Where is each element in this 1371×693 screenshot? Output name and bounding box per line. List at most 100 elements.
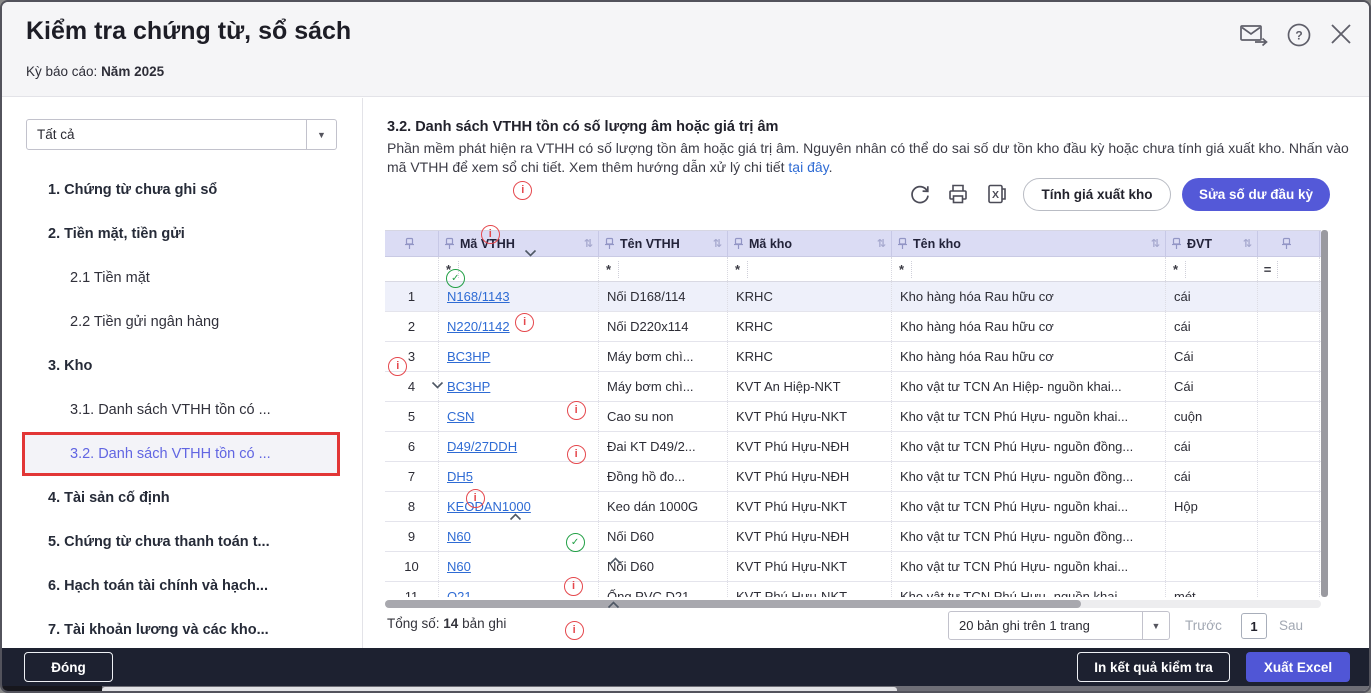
sidebar-item-label: 2.1 Tiền mặt: [70, 270, 150, 286]
chevron-up-icon[interactable]: [609, 557, 622, 565]
vthh-code-link[interactable]: N60: [447, 559, 471, 574]
table-row[interactable]: 10 N60 Nối D60 KVT Phú Hựu-NKT Kho vật tư TC…: [385, 552, 1321, 582]
cell-ma-kho: KVT Phú Hựu-NĐH: [728, 432, 892, 461]
filter-operator[interactable]: *: [1166, 260, 1186, 278]
vthh-code-link[interactable]: DH5: [447, 469, 473, 484]
vthh-code-link[interactable]: N220/1142: [447, 319, 510, 334]
pin-column-icon[interactable]: [897, 237, 908, 250]
close-icon[interactable]: [1329, 22, 1353, 46]
export-excel-button[interactable]: Xuất Excel: [1246, 652, 1350, 682]
vthh-code-link[interactable]: O21: [447, 589, 472, 597]
cell-text: KVT Phú Hựu-NKT: [736, 409, 848, 424]
sort-icon[interactable]: ⇅: [1243, 237, 1252, 250]
print-icon[interactable]: [947, 183, 969, 205]
vthh-code-link[interactable]: N60: [447, 529, 471, 544]
compute-price-button[interactable]: Tính giá xuất kho: [1023, 178, 1171, 211]
cell-row-number: 1: [385, 282, 439, 311]
table-row[interactable]: 9 N60 Nối D60 KVT Phú Hựu-NĐH Kho vật tư TCN…: [385, 522, 1321, 552]
vthh-code-link[interactable]: N168/1143: [447, 289, 510, 304]
sort-icon[interactable]: ⇅: [713, 237, 722, 250]
next-page-button[interactable]: Sau: [1279, 618, 1303, 633]
chevron-up-icon[interactable]: [509, 513, 522, 521]
send-feedback-icon[interactable]: [1239, 22, 1269, 48]
filter-cell-ma-kho[interactable]: *: [728, 257, 892, 281]
status-success-icon: ✓: [565, 532, 585, 552]
column-header-dvt[interactable]: ĐVT ⇅: [1166, 231, 1258, 256]
sidebar-item-11[interactable]: 7. Tài khoản lương và các kho... i: [2, 608, 584, 652]
vthh-code-link[interactable]: CSN: [447, 409, 474, 424]
chevron-down-icon[interactable]: ▼: [1142, 612, 1169, 639]
refresh-icon[interactable]: [909, 183, 931, 205]
sidebar-item-3[interactable]: 2.1 Tiền mặt ✓: [2, 256, 465, 300]
pin-column-icon[interactable]: [444, 237, 455, 250]
table-row[interactable]: 7 DH5 Đồng hồ đo... KVT Phú Hựu-NĐH Kho vật …: [385, 462, 1321, 492]
pin-column-icon[interactable]: [1171, 237, 1182, 250]
sort-icon[interactable]: ⇅: [1151, 237, 1160, 250]
category-filter-select[interactable]: Tất cả ▼: [26, 119, 337, 150]
table-row[interactable]: 5 CSN Cao su non KVT Phú Hựu-NKT Kho vật tư …: [385, 402, 1321, 432]
sidebar-item-8[interactable]: 4. Tài sản cố định i: [2, 476, 521, 521]
column-header-ten-vthh[interactable]: Tên VTHH ⇅: [599, 231, 728, 256]
page-size-select[interactable]: 20 bản ghi trên 1 trang ▼: [948, 611, 1170, 640]
table-row[interactable]: 11 O21 Ống PVC D21 KVT Phú Hựu-NKT Kho vật t…: [385, 582, 1321, 597]
column-header-ma-kho[interactable]: Mã kho ⇅: [728, 231, 892, 256]
table-horizontal-scrollbar[interactable]: [385, 600, 1321, 608]
table-row[interactable]: 3 BC3HP Máy bơm chì... KRHC Kho hàng hóa Rau…: [385, 342, 1321, 372]
filter-cell-dvt[interactable]: *: [1166, 257, 1258, 281]
sidebar-item-5[interactable]: 3. Kho i: [2, 344, 444, 389]
sort-icon[interactable]: ⇅: [584, 237, 593, 250]
filter-operator[interactable]: *: [892, 260, 912, 278]
sidebar-item-1[interactable]: 1. Chứng từ chưa ghi sổ i: [2, 168, 533, 212]
cell-extra: [1258, 342, 1320, 371]
filter-operator[interactable]: =: [1258, 260, 1278, 278]
vthh-code-link[interactable]: KEODAN1000: [447, 499, 531, 514]
cell-ten-vthh: Máy bơm chì...: [599, 342, 728, 371]
table-row[interactable]: 4 BC3HP Máy bơm chì... KVT An Hiệp-NKT Kho v…: [385, 372, 1321, 402]
prev-page-button[interactable]: Trước: [1185, 618, 1222, 633]
help-icon[interactable]: ?: [1286, 22, 1312, 48]
current-page-number[interactable]: 1: [1241, 613, 1267, 639]
filter-cell-extra[interactable]: =: [1258, 257, 1320, 281]
table-row[interactable]: 1 N168/1143 Nối D168/114 KRHC Kho hàng hóa R…: [385, 282, 1321, 312]
table-row[interactable]: 6 D49/27DDH Đai KT D49/2... KVT Phú Hựu-NĐH…: [385, 432, 1321, 462]
chevron-down-icon[interactable]: [431, 381, 444, 389]
pin-column-icon[interactable]: [1281, 237, 1292, 250]
column-header-label: Tên kho: [913, 236, 961, 251]
cell-text: Đồng hồ đo...: [607, 469, 686, 484]
table-row[interactable]: 8 KEODAN1000 Keo dán 1000G KVT Phú Hựu-NKT K…: [385, 492, 1321, 522]
vthh-code-link[interactable]: BC3HP: [447, 349, 490, 364]
cell-ma-kho: KVT Phú Hựu-NKT: [728, 552, 892, 581]
sidebar-item-10[interactable]: 6. Hạch toán tài chính và hạch... i: [2, 564, 620, 609]
chevron-down-icon[interactable]: ▼: [306, 120, 336, 149]
column-header-row-number[interactable]: [385, 231, 439, 256]
fix-opening-balance-button[interactable]: Sửa số dư đầu kỳ: [1182, 178, 1330, 211]
close-button[interactable]: Đóng: [24, 652, 113, 682]
sidebar-item-7[interactable]: 3.2. Danh sách VTHH tồn có ... i: [2, 432, 586, 476]
sidebar-item-2[interactable]: 2. Tiền mặt, tiền gửi i: [2, 212, 536, 257]
filter-cell-ten-vthh[interactable]: *: [599, 257, 728, 281]
table-vertical-scrollbar[interactable]: [1321, 230, 1328, 597]
sidebar-item-4[interactable]: 2.2 Tiền gửi ngân hàng i: [2, 300, 535, 344]
scrollbar-thumb[interactable]: [102, 687, 897, 691]
column-header-extra[interactable]: [1258, 231, 1320, 256]
export-excel-icon[interactable]: X: [986, 183, 1008, 205]
sort-icon[interactable]: ⇅: [877, 237, 886, 250]
filter-cell-row-number[interactable]: [385, 257, 439, 281]
sidebar-item-6[interactable]: 3.1. Danh sách VTHH tồn có ... i: [2, 388, 586, 432]
column-header-ten-kho[interactable]: Tên kho ⇅: [892, 231, 1166, 256]
sidebar-item-9[interactable]: 5. Chứng từ chưa thanh toán t... ✓: [2, 520, 621, 565]
print-result-button[interactable]: In kết quả kiểm tra: [1077, 652, 1230, 682]
filter-cell-ten-kho[interactable]: *: [892, 257, 1166, 281]
help-link[interactable]: tại đây: [788, 159, 828, 175]
filter-operator[interactable]: *: [728, 260, 748, 278]
cell-ma-kho: KRHC: [728, 312, 892, 341]
filter-operator[interactable]: *: [599, 260, 619, 278]
pin-column-icon[interactable]: [404, 237, 415, 250]
pin-column-icon[interactable]: [604, 237, 615, 250]
column-header-ma-vthh[interactable]: Mã VTHH ⇅: [439, 231, 599, 256]
chevron-up-icon[interactable]: [607, 601, 620, 609]
vthh-code-link[interactable]: BC3HP: [447, 379, 490, 394]
vthh-code-link[interactable]: D49/27DDH: [447, 439, 517, 454]
pin-column-icon[interactable]: [733, 237, 744, 250]
chevron-down-icon[interactable]: [524, 249, 537, 257]
